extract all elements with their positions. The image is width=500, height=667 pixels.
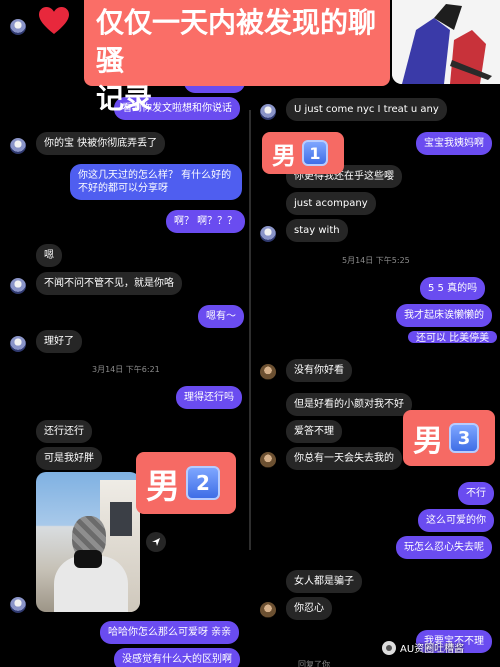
tag-label: 男 (413, 424, 443, 459)
photo-mask (74, 550, 102, 568)
received-message[interactable]: 没有你好看 (286, 359, 352, 382)
sent-message[interactable]: 还可以 比美停美 (408, 331, 498, 344)
keycap-1-icon: 1 (302, 140, 328, 166)
contact-avatar[interactable] (260, 226, 276, 242)
received-message[interactable]: 你的宝 快被你彻底弄丢了 (36, 132, 166, 155)
panel-divider (249, 110, 251, 550)
sent-message[interactable]: 5 5 真的吗 (420, 277, 486, 300)
keycap-3-icon: 3 (449, 423, 479, 453)
received-message[interactable]: 女人都是骗子 (286, 570, 362, 593)
sent-message[interactable]: 宝宝我姨妈啊 (416, 132, 492, 155)
contact-avatar[interactable] (10, 19, 26, 35)
received-message[interactable]: 嗯 (36, 244, 62, 267)
title-banner: 仅仅一天内被发现的聊骚 记录 (84, 0, 390, 115)
sent-message[interactable]: 啊？ 啊？？？ (166, 210, 246, 233)
received-message[interactable]: just acompany (286, 192, 376, 215)
sent-message[interactable]: 这么可爱的你 (418, 509, 494, 532)
cropped-illustration (392, 0, 500, 84)
timestamp: 5月14日 下午5:25 (342, 256, 410, 265)
contact-avatar[interactable] (260, 602, 276, 618)
message-line: 你这几天过的怎么样？ 有什么好的 (78, 170, 232, 181)
contact-avatar[interactable] (260, 364, 276, 380)
keycap-2-icon: 2 (186, 466, 220, 500)
message-line: 不好的都可以分享呀 (78, 183, 168, 194)
tag-label: 男 (272, 141, 296, 170)
received-message[interactable]: stay with (286, 219, 348, 242)
contact-avatar[interactable] (10, 138, 26, 154)
received-message[interactable]: 爱答不理 (286, 420, 342, 443)
sent-message[interactable]: 你这几天过的怎么样？ 有什么好的 不好的都可以分享呀 (70, 164, 242, 200)
share-icon[interactable] (146, 532, 166, 552)
watermark-text: AU资圈吐槽酱 (400, 644, 465, 655)
shared-photo[interactable] (36, 472, 140, 612)
contact-avatar[interactable] (10, 278, 26, 294)
tag-man-2: 男 2 (136, 452, 236, 514)
photo-window (110, 502, 132, 536)
timestamp: 3月14日 下午6:21 (92, 365, 160, 374)
watermark: AU资圈吐槽酱 (382, 640, 464, 655)
received-message[interactable]: 不闻不问不管不见，就是你咯 (36, 272, 182, 295)
banner-title-line2: 记录 (96, 82, 153, 115)
banner-title-line1: 仅仅一天内被发现的聊骚 (96, 6, 377, 77)
received-message[interactable]: 可是我好胖 (36, 447, 102, 470)
contact-avatar[interactable] (10, 336, 26, 352)
sent-message[interactable]: 玩怎么忍心失去呢 (396, 536, 492, 559)
weibo-icon (382, 640, 396, 655)
received-message[interactable]: 但是好看的小颜对我不好 (286, 393, 412, 416)
received-message[interactable]: 你忍心 (286, 597, 332, 620)
tag-label: 男 (146, 466, 180, 507)
received-message[interactable]: 你总有一天会失去我的 (286, 447, 402, 470)
sent-message[interactable]: 我才起床诶懒懒的 (396, 304, 492, 327)
contact-avatar[interactable] (260, 452, 276, 468)
contact-avatar[interactable] (10, 597, 26, 613)
timestamp: 回复了你 (298, 660, 330, 667)
tag-man-3: 男 3 (403, 410, 495, 466)
received-message[interactable]: 理好了 (36, 330, 82, 353)
sent-message[interactable]: 没感觉有什么大的区别啊 (114, 648, 240, 667)
sent-message[interactable]: 理得还行吗 (176, 386, 242, 409)
heart-icon (38, 6, 70, 40)
received-message[interactable]: 还行还行 (36, 420, 92, 443)
tag-man-1: 男 1 (262, 132, 344, 174)
sent-message[interactable]: 嗯有～ (198, 305, 244, 328)
sent-message[interactable]: 不行 (458, 482, 494, 505)
sent-message[interactable]: 哈哈你怎么那么可爱呀 亲亲 (100, 621, 240, 644)
